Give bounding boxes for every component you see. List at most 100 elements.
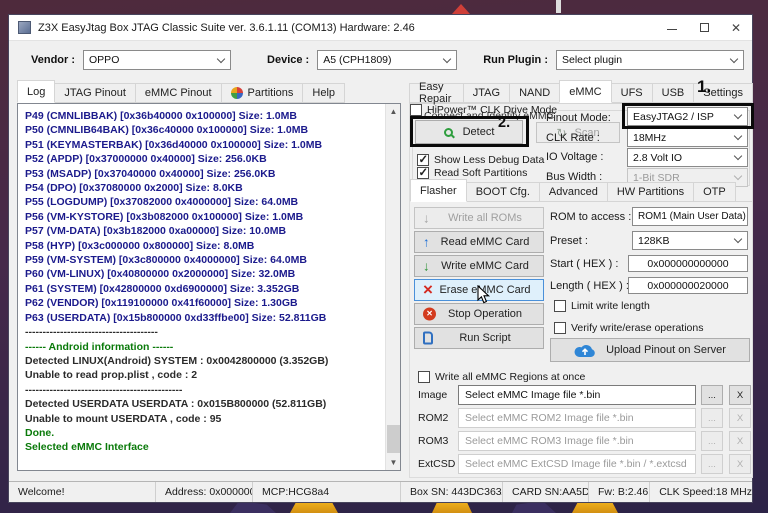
status-item: Address: 0x000000000000: [155, 482, 252, 502]
flasher-tab[interactable]: HW Partitions: [606, 182, 695, 202]
tab-label: eMMC: [569, 85, 602, 98]
checkbox-label: Limit write length: [571, 300, 650, 312]
log-line: P60 (VM-LINUX) [0x40800000 0x2000000] Si…: [25, 268, 296, 281]
red-x-icon: [423, 285, 433, 295]
file-row-label: ROM2: [418, 412, 449, 424]
flasher-tab[interactable]: Flasher: [410, 179, 467, 202]
tab-label: Flasher: [420, 184, 457, 197]
chevron-down-icon: [733, 234, 743, 244]
minimize-button[interactable]: [656, 15, 688, 40]
flasher-action-button[interactable]: Write eMMC Card: [414, 255, 544, 277]
io-voltage-select[interactable]: 2.8 Volt IO: [627, 148, 748, 167]
scroll-down-icon[interactable]: ▼: [386, 455, 400, 470]
rom-access-label: ROM to access :: [550, 211, 632, 223]
clk-rate-select[interactable]: 18MHz: [627, 128, 748, 147]
close-button[interactable]: ✕: [720, 15, 752, 40]
right-tab[interactable]: Easy Repair: [409, 81, 464, 105]
length-hex-input[interactable]: 0x000000020000: [628, 277, 748, 294]
flasher-action-button[interactable]: Stop Operation: [414, 303, 544, 325]
clear-button[interactable]: X: [729, 431, 751, 451]
tab-label: OTP: [703, 186, 726, 198]
write-all-regions-checkbox[interactable]: Write all eMMC Regions at once: [418, 371, 585, 383]
upload-pinout-label: Upload Pinout on Server: [606, 344, 726, 356]
right-tab[interactable]: eMMC: [559, 80, 612, 103]
log-line: P49 (CMNLIBBAK) [0x36b40000 0x100000] Si…: [25, 110, 297, 122]
left-tab[interactable]: eMMC Pinout: [134, 83, 222, 103]
upload-pinout-button[interactable]: Upload Pinout on Server: [550, 338, 750, 362]
right-tab[interactable]: USB: [651, 83, 695, 103]
clk-rate-label: CLK Rate :: [546, 132, 600, 144]
flasher-action-button[interactable]: Read eMMC Card: [414, 231, 544, 253]
browse-button[interactable]: ...: [701, 408, 723, 428]
checkbox-label: Read Soft Partitions: [434, 167, 528, 179]
flasher-tab[interactable]: BOOT Cfg.: [465, 182, 540, 202]
status-item: Fw: B:2.46 C:2.2: [588, 482, 649, 502]
flasher-button-label: Read eMMC Card: [440, 236, 530, 248]
pinout-mode-select[interactable]: EasyJTAG2 / ISP: [627, 107, 748, 126]
flasher-buttons: Write all ROMs Read eMMC Card Write eMMC…: [414, 207, 544, 349]
flasher-tab[interactable]: Advanced: [538, 182, 608, 202]
flasher-tab[interactable]: OTP: [693, 182, 736, 202]
flasher-action-button[interactable]: Erase eMMC Card: [414, 279, 544, 301]
checkbox[interactable]: Read Soft Partitions: [417, 165, 528, 179]
file-row-label: Image: [418, 389, 448, 401]
left-tab[interactable]: Help: [302, 83, 346, 103]
checkbox[interactable]: Show Less Debug Data: [417, 152, 544, 166]
status-item: Box SN: 443DC363AFE9039F: [400, 482, 502, 502]
scroll-up-icon[interactable]: ▲: [386, 104, 400, 119]
left-tab[interactable]: JTAG Pinout: [54, 83, 136, 103]
clear-button[interactable]: X: [729, 408, 751, 428]
log-content: P49 (CMNLIBBAK) [0x36b40000 0x100000] Si…: [18, 104, 400, 455]
vendor-select[interactable]: OPPO: [83, 50, 232, 70]
flasher-action-button[interactable]: Write all ROMs: [414, 207, 544, 229]
right-tab[interactable]: UFS: [610, 83, 653, 103]
device-select[interactable]: A5 (CPH1809): [317, 50, 458, 70]
status-item: CLK Speed:18 MHz: [649, 482, 752, 502]
log-scrollbar[interactable]: ▲ ▼: [385, 104, 400, 470]
rom-access-select[interactable]: ROM1 (Main User Data): [632, 207, 748, 226]
search-icon: [443, 127, 453, 137]
detect-button[interactable]: Detect: [415, 120, 523, 144]
right-tab[interactable]: NAND: [509, 83, 561, 103]
maximize-icon: [699, 23, 709, 32]
checkbox[interactable]: HiPower™ CLK Drive Mode: [410, 104, 557, 116]
log-line: Detected LINUX(Android) SYSTEM : 0x00428…: [25, 354, 329, 367]
clear-button[interactable]: X: [729, 385, 751, 405]
run-plugin-select[interactable]: Select plugin: [555, 50, 744, 70]
maximize-button[interactable]: [688, 15, 720, 40]
browse-button[interactable]: ...: [701, 385, 723, 405]
log-line: --------------------------------------: [25, 326, 158, 339]
close-icon: ✕: [730, 20, 742, 35]
file-path-input[interactable]: Select eMMC ExtCSD Image file *.bin / *.…: [458, 454, 696, 474]
chevron-down-icon: [733, 110, 743, 120]
log-line: P62 (VENDOR) [0x119100000 0x41f60000] Si…: [25, 297, 298, 310]
verify-operations-checkbox[interactable]: Verify write/erase operations: [554, 322, 703, 334]
log-line: Selected eMMC Interface: [25, 441, 149, 454]
stop-icon: [423, 307, 436, 321]
preset-select[interactable]: 128KB: [632, 231, 748, 250]
flasher-button-label: Run Script: [459, 332, 511, 344]
limit-write-length-checkbox[interactable]: Limit write length: [554, 300, 650, 312]
title-bar[interactable]: Z3X EasyJtag Box JTAG Classic Suite ver.…: [9, 15, 752, 41]
checkbox-box-icon: [418, 371, 430, 383]
checkbox-box-icon: [417, 165, 429, 179]
left-tab[interactable]: Log: [17, 80, 56, 103]
right-tab[interactable]: Settings: [693, 83, 753, 103]
flasher-action-button[interactable]: Run Script: [414, 327, 544, 349]
scrollbar-thumb[interactable]: [387, 425, 400, 453]
browse-button[interactable]: ...: [701, 431, 723, 451]
log-area[interactable]: P49 (CMNLIBBAK) [0x36b40000 0x100000] Si…: [17, 103, 401, 471]
file-row-label: ROM3: [418, 435, 449, 447]
log-line: ------ Android information ------: [25, 340, 174, 353]
start-hex-input[interactable]: 0x000000000000: [628, 255, 748, 272]
left-tab[interactable]: Partitions: [220, 83, 304, 103]
file-path-input[interactable]: Select eMMC Image file *.bin: [458, 385, 696, 405]
file-path-input[interactable]: Select eMMC ROM2 Image file *.bin: [458, 408, 696, 428]
right-tab[interactable]: JTAG: [462, 83, 511, 103]
flasher-button-label: Erase eMMC Card: [439, 284, 531, 296]
cloud-upload-icon: [574, 344, 595, 357]
clear-button[interactable]: X: [729, 454, 751, 474]
file-path-input[interactable]: Select eMMC ROM3 Image file *.bin: [458, 431, 696, 451]
log-line: Done.: [25, 426, 55, 439]
browse-button[interactable]: ...: [701, 454, 723, 474]
